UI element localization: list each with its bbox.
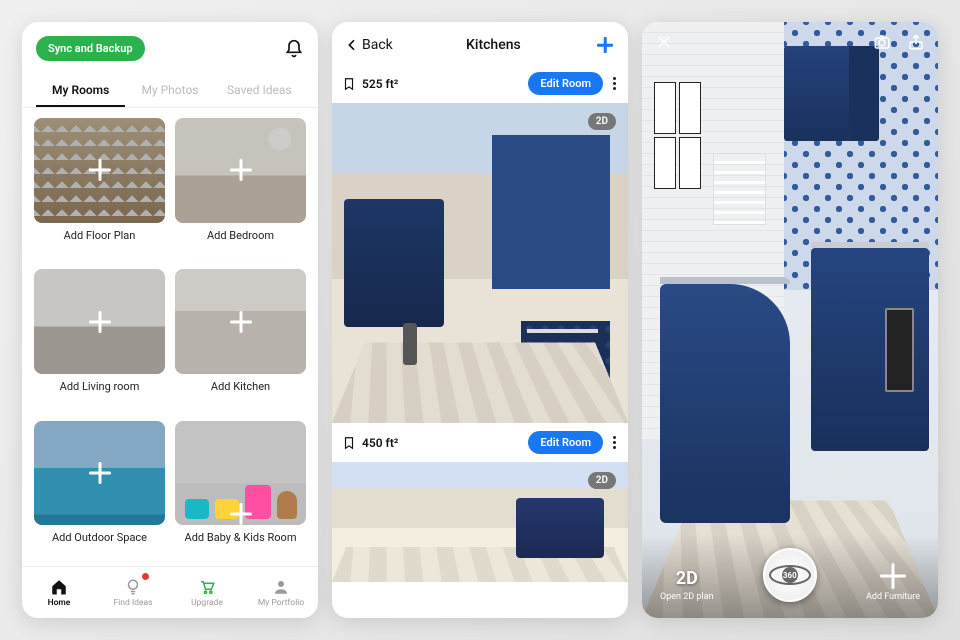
nav-label: My Portfolio — [258, 598, 304, 608]
person-icon — [272, 578, 290, 596]
add-furniture-label: Add Furniture — [866, 592, 920, 602]
nav-portfolio[interactable]: My Portfolio — [244, 567, 318, 618]
tab-my-rooms[interactable]: My Rooms — [36, 75, 125, 107]
plus-icon — [89, 311, 111, 333]
room-preview[interactable]: 2D — [332, 103, 628, 423]
card-add-living-room[interactable]: Add Living room — [34, 269, 165, 410]
close-button[interactable] — [654, 32, 674, 52]
card-add-floor-plan[interactable]: Add Floor Plan — [34, 118, 165, 259]
card-label: Add Floor Plan — [34, 223, 165, 244]
orbit-label: 360 — [783, 571, 797, 580]
plus-icon — [89, 159, 111, 181]
card-add-bedroom[interactable]: Add Bedroom — [175, 118, 306, 259]
nav-label: Home — [48, 598, 71, 608]
kitchen-render — [332, 462, 628, 582]
room-info-bar: 525 ft² Edit Room — [332, 64, 628, 103]
plus-icon — [230, 503, 252, 525]
nav-home[interactable]: Home — [22, 567, 96, 618]
plus-icon — [89, 462, 111, 484]
mode-sub: Open 2D plan — [660, 592, 714, 602]
open-2d-button[interactable]: 2D Open 2D plan — [660, 568, 714, 602]
card-label: Add Outdoor Space — [34, 525, 165, 546]
kitchen-render — [332, 103, 628, 423]
page-title: Kitchens — [466, 37, 521, 53]
bookmark-icon — [342, 436, 356, 450]
notifications-icon[interactable] — [284, 39, 304, 59]
thumb-living-room — [34, 269, 165, 374]
plus-icon — [880, 563, 906, 589]
sync-backup-button[interactable]: Sync and Backup — [36, 36, 145, 61]
cart-icon — [198, 578, 216, 596]
tabs: My Rooms My Photos Saved Ideas — [22, 67, 318, 108]
room-grid: Add Floor Plan Add Bedroom Add Living ro… — [22, 108, 318, 566]
tab-my-photos[interactable]: My Photos — [125, 75, 214, 107]
more-menu-button[interactable] — [611, 73, 618, 94]
nav-label: Upgrade — [191, 598, 223, 608]
plus-icon — [230, 311, 252, 333]
thumb-kitchen — [175, 269, 306, 374]
thumb-floor-plan — [34, 118, 165, 223]
nav-find-ideas[interactable]: Find Ideas — [96, 567, 170, 618]
share-button[interactable] — [906, 32, 926, 52]
phone-my-rooms: Sync and Backup My Rooms My Photos Saved… — [22, 22, 318, 618]
nav-upgrade[interactable]: Upgrade — [170, 567, 244, 618]
orbit-360-button[interactable]: 360 — [763, 548, 817, 602]
plus-icon — [230, 159, 252, 181]
card-add-kitchen[interactable]: Add Kitchen — [175, 269, 306, 410]
add-room-button[interactable] — [594, 34, 616, 56]
phone-kitchens-list: Back Kitchens 525 ft² Edit Room 2D — [332, 22, 628, 618]
card-label: Add Kitchen — [175, 374, 306, 395]
edit-room-button[interactable]: Edit Room — [528, 72, 603, 95]
nav-bar: Back Kitchens — [332, 22, 628, 64]
editor-bottom-bar: 2D Open 2D plan 360 Add Furniture — [642, 534, 938, 618]
room-area: 525 ft² — [342, 77, 398, 91]
editor-top-bar — [642, 22, 938, 62]
card-label: Add Living room — [34, 374, 165, 395]
more-menu-button[interactable] — [611, 432, 618, 453]
area-value: 450 ft² — [362, 436, 398, 450]
mode-label: 2D — [676, 568, 698, 589]
room-info-bar: 450 ft² Edit Room — [332, 423, 628, 462]
view-mode-badge[interactable]: 2D — [588, 472, 616, 489]
kitchen-3d-scene[interactable] — [642, 22, 938, 618]
bookmark-icon — [342, 77, 356, 91]
room-area: 450 ft² — [342, 436, 398, 450]
card-add-outdoor[interactable]: Add Outdoor Space — [34, 421, 165, 562]
add-furniture-button[interactable]: Add Furniture — [866, 563, 920, 602]
back-label: Back — [362, 37, 393, 53]
tab-saved-ideas[interactable]: Saved Ideas — [215, 75, 304, 107]
top-bar: Sync and Backup — [22, 22, 318, 67]
bulb-icon — [124, 578, 142, 596]
badge-dot — [142, 573, 149, 580]
back-button[interactable]: Back — [344, 37, 393, 53]
room-list[interactable]: 525 ft² Edit Room 2D 450 ft² — [332, 64, 628, 618]
card-label: Add Bedroom — [175, 223, 306, 244]
edit-room-button[interactable]: Edit Room — [528, 431, 603, 454]
bottom-nav: Home Find Ideas Upgrade My Portfolio — [22, 566, 318, 618]
room-preview[interactable]: 2D — [332, 462, 628, 582]
thumb-bedroom — [175, 118, 306, 223]
home-icon — [50, 578, 68, 596]
view-mode-badge[interactable]: 2D — [588, 113, 616, 130]
card-add-kids-room[interactable]: Add Baby & Kids Room — [175, 421, 306, 562]
area-value: 525 ft² — [362, 77, 398, 91]
phone-3d-editor: 2D Open 2D plan 360 Add Furniture — [642, 22, 938, 618]
camera-button[interactable] — [872, 32, 892, 52]
card-label: Add Baby & Kids Room — [175, 525, 306, 546]
nav-label: Find Ideas — [114, 598, 153, 608]
thumb-kids-room — [175, 421, 306, 526]
thumb-outdoor — [34, 421, 165, 526]
